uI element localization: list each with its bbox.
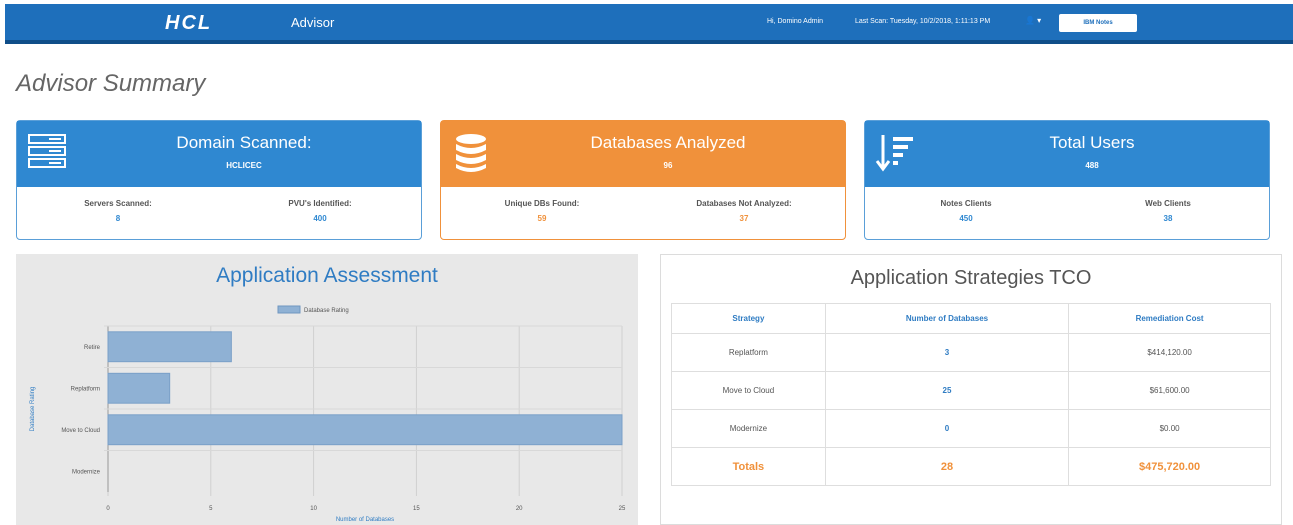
strategy-cell: Move to Cloud [671,371,826,410]
stat-value[interactable]: 400 [219,214,421,223]
page-title: Advisor Summary [16,70,206,97]
stat-label: Notes Clients [940,199,992,208]
database-count-link[interactable]: 3 [824,333,1070,372]
y-tick-label: Retire [84,345,101,351]
x-tick-label: 10 [310,506,317,512]
totals-cost: $475,720.00 [1068,447,1271,486]
domain-card-value: HCLICEC [226,161,262,170]
app-name[interactable]: Advisor [291,15,334,30]
user-menu-dropdown[interactable]: 👤 ▾ [1025,16,1041,25]
application-strategies-tco-panel: Application Strategies TCO Strategy Numb… [660,254,1282,525]
database-count-link[interactable]: 0 [824,409,1070,448]
totals-count: 28 [824,447,1070,486]
strategy-cell: Replatform [671,333,826,372]
table-row: Move to Cloud 25 $61,600.00 [671,371,1271,410]
column-header[interactable]: Strategy [671,303,826,334]
hcl-logo[interactable]: HCL [165,12,212,35]
x-tick-label: 15 [413,506,420,512]
user-greeting: Hi, Domino Admin [767,18,824,25]
x-axis-title: Number of Databases [336,517,394,523]
legend-label: Database Rating [304,308,349,314]
database-count-link[interactable]: 25 [824,371,1070,410]
column-header[interactable]: Number of Databases [824,303,1070,334]
assessment-title: Application Assessment [216,264,438,287]
stat-label: Web Clients [1145,199,1191,208]
databases-card-value: 96 [663,161,673,170]
totals-label: Totals [671,447,826,486]
y-tick-label: Replatform [71,386,100,392]
not-analyzed-stat: Databases Not Analyzed: 37 [643,187,845,239]
notes-clients-stat: Notes Clients 450 [865,187,1067,239]
databases-card-header: Databases Analyzed 96 [441,121,845,187]
ibm-notes-button[interactable]: IBM Notes [1059,14,1137,32]
x-tick-label: 20 [516,506,523,512]
stat-label: Servers Scanned: [84,199,152,208]
pvus-identified-stat: PVU's Identified: 400 [219,187,421,239]
sort-descending-icon [875,135,913,172]
tco-table: Strategy Number of Databases Remediation… [671,303,1271,486]
totals-row: Totals 28 $475,720.00 [671,447,1271,486]
unique-dbs-stat: Unique DBs Found: 59 [441,187,643,239]
assessment-bar-chart: 0 5 10 15 20 25 Retire Replatform Move to Cloud M… [30,305,626,523]
server-icon [28,134,66,168]
total-users-card: Total Users 488 Notes Clients 450 Web Cl… [864,120,1270,240]
table-row: Modernize 0 $0.00 [671,409,1271,448]
cost-cell: $0.00 [1068,409,1271,448]
database-icon [456,134,486,172]
table-row: Replatform 3 $414,120.00 [671,333,1271,372]
stat-value[interactable]: 37 [643,214,845,223]
stat-value[interactable]: 8 [17,214,219,223]
servers-scanned-stat: Servers Scanned: 8 [17,187,219,239]
strategy-cell: Modernize [671,409,826,448]
users-card-value: 488 [1085,161,1099,170]
last-scan-text: Last Scan: Tuesday, 10/2/2018, 1:11:13 P… [855,18,991,25]
web-clients-stat: Web Clients 38 [1067,187,1269,239]
stat-value[interactable]: 450 [865,214,1067,223]
databases-analyzed-card: Databases Analyzed 96 Unique DBs Found: … [440,120,846,240]
tco-title: Application Strategies TCO [850,267,1092,289]
y-tick-label: Move to Cloud [61,428,100,434]
bar[interactable] [107,414,623,446]
domain-scanned-card: Domain Scanned: HCLICEC Servers Scanned:… [16,120,422,240]
stat-label: Databases Not Analyzed: [696,199,792,208]
x-tick-label: 25 [619,506,626,512]
table-header-row: Strategy Number of Databases Remediation… [671,303,1271,334]
x-tick-label: 5 [209,506,213,512]
users-card-header: Total Users 488 [865,121,1269,187]
stat-value[interactable]: 38 [1067,214,1269,223]
databases-card-title: Databases Analyzed [590,133,746,152]
cost-cell: $414,120.00 [1068,333,1271,372]
legend-swatch [277,305,301,314]
x-tick-label: 0 [106,506,110,512]
stat-label: PVU's Identified: [288,199,352,208]
bar[interactable] [107,372,171,404]
users-card-title: Total Users [1049,133,1135,152]
y-axis-title: Database Rating [30,387,36,432]
application-assessment-panel: 0 5 10 15 20 25 Retire Replatform Move to Cloud M… [16,254,638,525]
domain-card-title: Domain Scanned: [176,133,312,152]
bar[interactable] [107,331,232,363]
y-tick-label: Modernize [72,469,101,475]
top-navigation-bar: HCL Advisor Hi, Domino Admin Last Scan: … [5,4,1293,44]
stat-value[interactable]: 59 [441,214,643,223]
column-header[interactable]: Remediation Cost [1068,303,1271,334]
stat-label: Unique DBs Found: [504,199,580,208]
domain-card-header: Domain Scanned: HCLICEC [17,121,421,187]
cost-cell: $61,600.00 [1068,371,1271,410]
